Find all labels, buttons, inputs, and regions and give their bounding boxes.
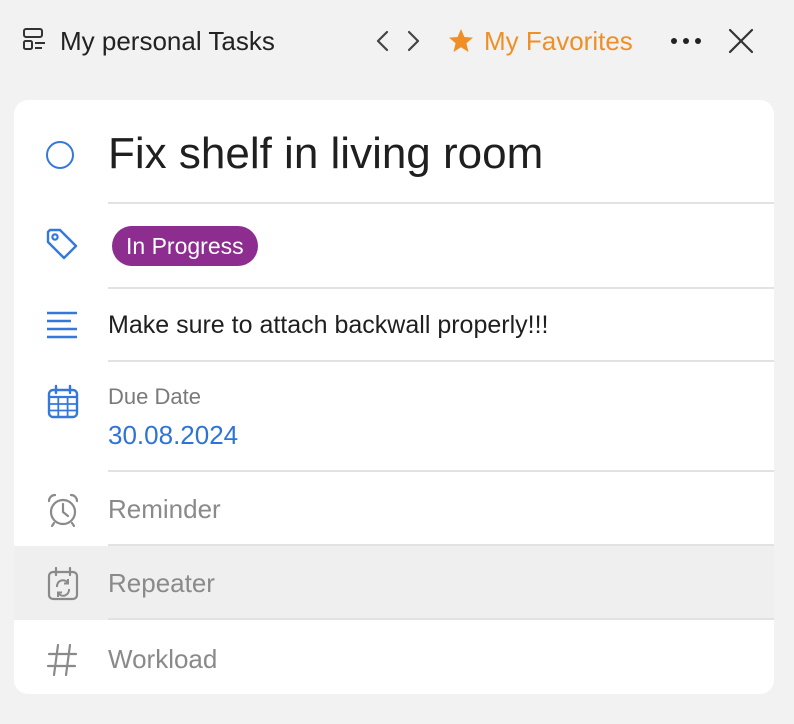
divider [108, 287, 774, 289]
task-note[interactable]: Make sure to attach backwall properly!!! [108, 310, 548, 340]
status-badge[interactable]: In Progress [112, 226, 258, 266]
tag-icon [46, 228, 78, 260]
due-date-value[interactable]: 30.08.2024 [108, 420, 238, 450]
divider [108, 202, 774, 204]
list-title[interactable]: My personal Tasks [60, 26, 275, 56]
workload-field[interactable]: Workload [108, 644, 217, 674]
due-date-label: Due Date [108, 384, 201, 409]
complete-task-checkbox[interactable] [46, 141, 74, 169]
divider [108, 544, 774, 546]
calendar-icon [47, 384, 79, 419]
reminder-field[interactable]: Reminder [108, 494, 221, 524]
divider [108, 618, 774, 620]
favorites-link[interactable]: My Favorites [484, 26, 633, 56]
close-icon[interactable] [726, 25, 756, 57]
list-layout-icon[interactable] [22, 26, 48, 54]
chevron-right-icon[interactable] [402, 26, 424, 56]
repeater-field[interactable]: Repeater [108, 568, 215, 598]
text-lines-icon [47, 311, 77, 339]
divider [108, 470, 774, 472]
task-detail-card: Fix shelf in living room In Progress Mak… [14, 100, 774, 694]
hash-icon [46, 643, 78, 677]
task-title[interactable]: Fix shelf in living room [108, 128, 543, 180]
calendar-repeat-icon [47, 566, 79, 601]
title-bar: My personal Tasks My Favorites [0, 0, 794, 84]
star-icon[interactable] [447, 26, 475, 56]
more-horizontal-icon[interactable] [666, 26, 706, 56]
alarm-clock-icon [47, 493, 79, 528]
chevron-left-icon[interactable] [372, 26, 394, 56]
divider [108, 360, 774, 362]
